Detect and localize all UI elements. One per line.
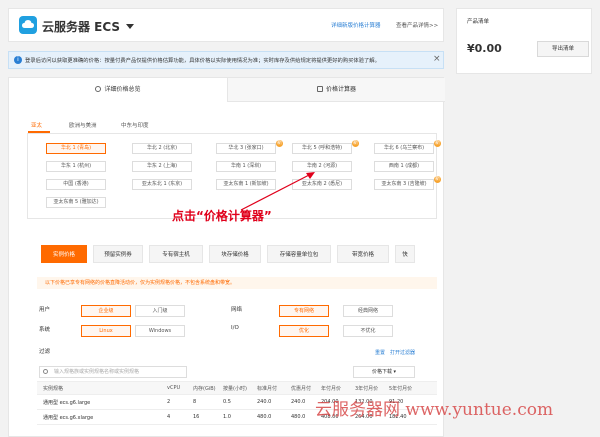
annotation-arrow	[240, 172, 315, 211]
table-cell: 通用型 ecs.g6.large	[43, 400, 91, 406]
column-header[interactable]: 内存(GiB)	[193, 385, 216, 392]
new-badge: 新	[276, 140, 283, 147]
table-cell: 0.5	[223, 399, 231, 405]
region-option[interactable]: 华北 6 (乌兰察布)	[374, 143, 434, 154]
region-option[interactable]: 华北 3 (张家口)	[216, 143, 276, 154]
price-hint: 以下价格已享专有网络的价格直降活动价，仅为实例规格价格，不包含系统盘和带宽。	[37, 277, 437, 289]
filter-label: 过滤	[39, 349, 51, 355]
product-tab[interactable]: 预留实例券	[93, 245, 143, 263]
product-tab[interactable]: 块存储价格	[209, 245, 261, 263]
column-header[interactable]: 3年付月价	[355, 385, 378, 392]
region-tab-europe-americas[interactable]: 欧洲与美洲	[69, 121, 97, 129]
tab-price-overview[interactable]: 详细价格总览	[9, 78, 227, 102]
product-tab[interactable]: 专有宿主机	[149, 245, 203, 263]
column-header[interactable]: vCPU	[167, 385, 180, 391]
total-price: ¥0.00	[467, 42, 502, 55]
search-icon	[43, 369, 48, 374]
user-entry-option[interactable]: 入门级	[135, 305, 185, 317]
network-label: 网络	[231, 307, 243, 313]
region-option[interactable]: 华北 5 (呼和浩特)	[292, 143, 352, 154]
calculator-link[interactable]: 详细新版价格计算器	[331, 21, 381, 29]
table-cell: 通用型 ecs.g6.xlarge	[43, 415, 94, 421]
os-windows-option[interactable]: Windows	[135, 325, 185, 337]
column-header[interactable]: 5年付月价	[389, 385, 412, 392]
price-download-button[interactable]: 价格下载 ▾	[353, 366, 415, 378]
product-tab[interactable]: 快	[395, 245, 415, 263]
table-cell: 240.0	[257, 399, 272, 405]
price-download-label: 价格下载	[371, 369, 392, 375]
table-cell: 16	[193, 414, 200, 420]
region-option[interactable]: 西南 1 (成都)	[374, 161, 434, 172]
column-header[interactable]: 实例规格	[43, 385, 63, 392]
network-vpc-option[interactable]: 专有网络	[279, 305, 329, 317]
region-option[interactable]: 华东 2 (上海)	[132, 161, 192, 172]
reset-link[interactable]: 重置	[375, 349, 385, 356]
region-tab-middle-east-india[interactable]: 中东与印度	[121, 121, 149, 129]
region-tab-apac[interactable]: 亚太	[31, 121, 42, 129]
io-label: I/O	[231, 325, 239, 331]
product-list-panel: 产品清单 ¥0.00 导出清单	[456, 8, 592, 74]
page-title: 云服务器 ECS	[42, 20, 121, 34]
header-bar: 云服务器 ECS 详细新版价格计算器 查看产品详情>>	[8, 8, 444, 42]
os-label: 系统	[39, 327, 51, 333]
search-input[interactable]: 输入规格族或实例规格名称或实例规格	[39, 366, 187, 378]
export-list-button[interactable]: 导出清单	[537, 41, 589, 57]
table-cell: 480.0	[257, 414, 272, 420]
network-classic-option[interactable]: 经典网络	[343, 305, 393, 317]
watermark: 云服务器网 www.yuntue.com	[315, 400, 554, 420]
region-option[interactable]: 华北 2 (北京)	[132, 143, 192, 154]
column-header[interactable]: 按量(小时)	[223, 385, 247, 392]
cloud-logo-icon	[19, 16, 37, 34]
table-cell: 480.0	[291, 414, 306, 420]
new-badge: 新	[352, 140, 359, 147]
product-tab[interactable]: 带宽价格	[337, 245, 389, 263]
notice-text: 登录后访问以获取更准确的价格：按量付费产品仅提供价格估算功能，具体价格以实际使用…	[25, 58, 380, 64]
new-badge: 新	[434, 176, 441, 183]
column-header[interactable]: 年付月价	[321, 385, 341, 392]
table-cell: 2	[167, 399, 171, 405]
new-badge: 新	[434, 140, 441, 147]
product-tab[interactable]: 实例价格	[41, 245, 87, 263]
tab-price-calculator[interactable]: 价格计算器	[227, 78, 445, 102]
table-cell: 240.0	[291, 399, 306, 405]
io-unoptimized-option[interactable]: 不优化	[343, 325, 393, 337]
product-list-title: 产品清单	[467, 19, 490, 25]
info-icon: i	[14, 56, 22, 64]
table-header: 实例规格 vCPU 内存(GiB) 按量(小时) 标准月付 优惠月付 年付月价 3年付月价 5年…	[37, 381, 437, 395]
column-header[interactable]: 标准月付	[257, 385, 277, 392]
column-header[interactable]: 优惠月付	[291, 385, 311, 392]
product-tab[interactable]: 存储容量单位包	[267, 245, 331, 263]
table-cell: 8	[193, 399, 197, 405]
user-enterprise-option[interactable]: 企业级	[81, 305, 131, 317]
globe-icon	[95, 86, 102, 92]
io-optimized-option[interactable]: 优化	[279, 325, 329, 337]
region-option[interactable]: 华北 1 (青岛)	[46, 143, 106, 154]
product-details-link[interactable]: 查看产品详情>>	[396, 21, 438, 29]
pricing-panel: 详细价格总览 价格计算器 亚太 欧洲与美洲 中东与印度 华北 1 (青岛) 华北 …	[8, 77, 445, 437]
region-option[interactable]: 华东 1 (杭州)	[46, 161, 106, 172]
table-cell: 4	[167, 414, 171, 420]
user-label: 用户	[39, 307, 51, 313]
calculator-icon	[316, 86, 323, 92]
notice-bar: i 登录后访问以获取更准确的价格：按量付费产品仅提供价格估算功能，具体价格以实际…	[8, 51, 444, 69]
close-icon[interactable]: ×	[433, 54, 441, 64]
tab-label: 详细价格总览	[104, 86, 141, 93]
os-linux-option[interactable]: Linux	[81, 325, 131, 337]
region-option[interactable]: 中国 (香港)	[46, 179, 106, 190]
region-option[interactable]: 亚太东南 5 (雅加达)	[46, 197, 106, 208]
chevron-down-icon[interactable]	[126, 24, 134, 29]
tab-label: 价格计算器	[325, 86, 356, 93]
open-filter-link[interactable]: 打开过滤器	[390, 349, 415, 356]
table-cell: 1.0	[223, 414, 231, 420]
region-option[interactable]: 亚太东南 3 (吉隆坡)	[374, 179, 434, 190]
region-option[interactable]: 亚太东北 1 (东京)	[132, 179, 192, 190]
